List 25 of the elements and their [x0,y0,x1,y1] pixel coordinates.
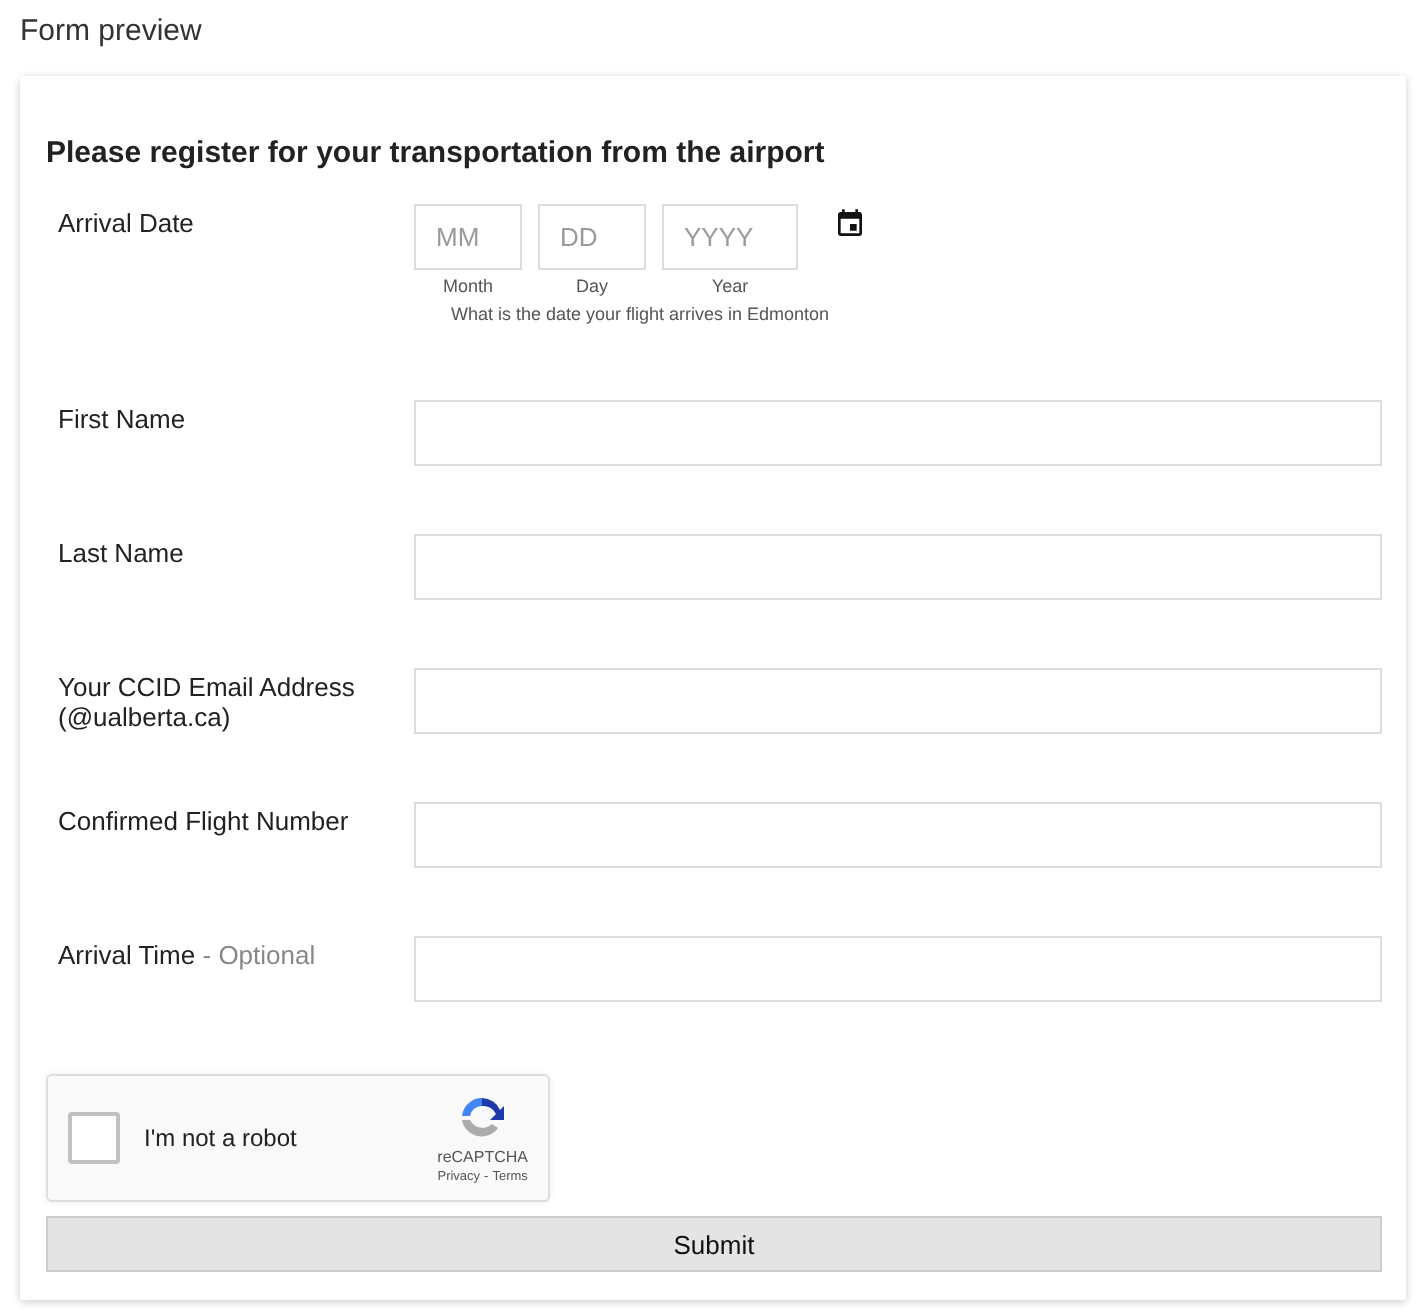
date-input[interactable]: MM [414,204,522,270]
text-input[interactable] [414,802,1382,868]
help-text: What is the date your flight arrives in Edmonton [450,304,830,324]
text-input[interactable] [414,936,1382,1002]
form-heading: Please register for your transportation from the airport [46,136,827,170]
calendar-icon[interactable] [834,208,866,240]
captcha-brand: reCAPTCHA [437,1148,528,1166]
input-caption: Day [575,276,608,296]
field-label: Last Name [56,536,186,568]
field-label: Arrival Date [56,206,196,238]
field-label: Confirmed Flight Number [56,804,351,836]
field-label: Arrival Time - Optional [56,938,318,970]
date-input[interactable]: DD [538,204,646,270]
input-caption: Month [442,276,493,296]
text-input[interactable] [414,668,1382,734]
field-label: Your CCID Email Address (@ualberta.ca) [56,670,357,732]
text-input[interactable] [414,400,1382,466]
captcha-label: I'm not a robot [144,1124,299,1152]
captcha-checkbox[interactable] [68,1112,120,1164]
date-input[interactable]: YYYY [662,204,798,270]
page-title: Form preview [20,14,204,52]
submit-button[interactable]: Submit [46,1216,1382,1272]
field-label: First Name [56,402,188,434]
text-input[interactable] [414,534,1382,600]
input-caption: Year [711,276,749,296]
